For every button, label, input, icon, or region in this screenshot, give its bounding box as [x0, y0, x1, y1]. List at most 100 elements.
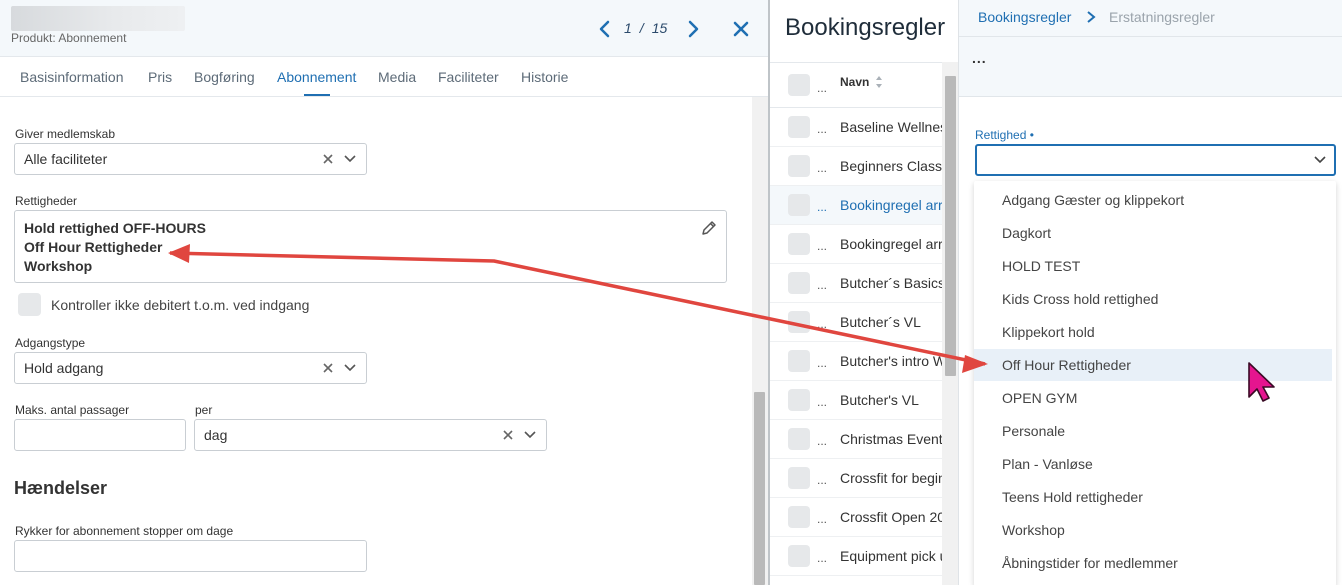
row-checkbox[interactable] [788, 272, 810, 294]
row-name[interactable]: Equipment pick u [840, 548, 947, 564]
per-label: per [195, 403, 213, 417]
row-name[interactable]: Crossfit for begin [840, 470, 946, 486]
table-row[interactable]: ... Equipment pick u [770, 537, 958, 576]
tab-abonnement[interactable]: Abonnement [277, 69, 356, 85]
dropdown-option-label: Teens Hold rettigheder [1002, 489, 1143, 505]
table-row[interactable]: ... Baseline Wellness [770, 108, 958, 147]
chevron-down-icon[interactable] [1314, 155, 1326, 165]
breadcrumb-link-bookingsregler[interactable]: Bookingsregler [978, 9, 1071, 25]
tab-bogforing[interactable]: Bogføring [194, 69, 255, 85]
table-row[interactable]: ... Bookingregel arr [770, 186, 958, 225]
per-select[interactable]: dag [194, 419, 547, 451]
table-row[interactable]: ... Beginners Class [770, 147, 958, 186]
clear-icon[interactable] [502, 429, 514, 441]
table-row[interactable]: ... Butcher's intro W [770, 342, 958, 381]
table-row[interactable]: ... Butcher's VL [770, 381, 958, 420]
row-name[interactable]: Bookingregel arr [840, 197, 943, 213]
row-checkbox[interactable] [788, 428, 810, 450]
chevron-right-icon[interactable] [684, 19, 702, 39]
dropdown-option[interactable]: Adgang Gæster og klippekort [974, 184, 1332, 216]
row-checkbox[interactable] [788, 233, 810, 255]
row-checkbox[interactable] [788, 155, 810, 177]
tab-basisinformation[interactable]: Basisinformation [20, 69, 124, 85]
access-type-label: Adgangstype [15, 336, 86, 350]
row-name[interactable]: Christmas Event [840, 431, 943, 447]
row-checkbox[interactable] [788, 506, 810, 528]
dropdown-option[interactable]: Personale [974, 415, 1332, 447]
table-row[interactable]: ... Butcher´s Basics [770, 264, 958, 303]
row-dots[interactable]: ... [817, 434, 827, 448]
column-header-navn[interactable]: Navn [840, 75, 869, 89]
close-icon[interactable] [730, 18, 752, 40]
rights-field[interactable]: Hold rettighed OFF-HOURS Off Hour Rettig… [14, 210, 727, 283]
dropdown-option-label: Workshop [1002, 522, 1065, 538]
row-dots[interactable]: ... [817, 356, 827, 370]
table-row[interactable]: ... Christmas Event [770, 420, 958, 459]
table-row[interactable]: ... Crossfit for begin [770, 459, 958, 498]
dropdown-option[interactable]: OPEN GYM [974, 382, 1332, 414]
row-name[interactable]: Butcher´s Basics [840, 275, 945, 291]
row-name[interactable]: Butcher's intro W [840, 353, 946, 369]
max-passages-input[interactable] [14, 419, 186, 451]
no-debit-check-checkbox[interactable] [18, 293, 41, 316]
table-row[interactable]: ... Butcher´s VL [770, 303, 958, 342]
tab-pris[interactable]: Pris [148, 69, 172, 85]
row-checkbox[interactable] [788, 389, 810, 411]
select-all-checkbox[interactable] [788, 74, 810, 96]
row-name[interactable]: Butcher´s VL [840, 314, 921, 330]
rights-label: Rettigheder [15, 194, 78, 208]
events-heading: Hændelser [14, 478, 108, 498]
pencil-icon[interactable] [701, 220, 717, 236]
left-scrollbar-thumb[interactable] [754, 392, 765, 585]
row-name[interactable]: Crossfit Open 20 [840, 509, 945, 525]
access-type-select[interactable]: Hold adgang [14, 352, 367, 384]
row-dots[interactable]: ... [817, 317, 827, 331]
chevron-down-icon[interactable] [524, 430, 536, 440]
dropdown-option[interactable]: Dagkort [974, 217, 1332, 249]
row-dots[interactable]: ... [817, 395, 827, 409]
row-name[interactable]: Baseline Wellness [840, 119, 954, 135]
chevron-left-icon[interactable] [596, 19, 614, 39]
tab-faciliteter[interactable]: Faciliteter [438, 69, 499, 85]
dropdown-option[interactable]: Workshop [974, 514, 1332, 546]
tab-media[interactable]: Media [378, 69, 416, 85]
row-checkbox[interactable] [788, 350, 810, 372]
dropdown-option[interactable]: Kids Cross hold rettighed [974, 283, 1332, 315]
more-actions-button[interactable]: ... [972, 50, 987, 66]
dropdown-option[interactable]: Teens Hold rettigheder [974, 481, 1332, 513]
row-checkbox[interactable] [788, 311, 810, 333]
rettighed-select[interactable] [975, 144, 1336, 176]
reminder-input[interactable] [14, 540, 367, 572]
row-dots[interactable]: ... [817, 512, 827, 526]
membership-select[interactable]: Alle faciliteter [14, 143, 367, 175]
dropdown-option[interactable]: Plan - Vanløse [974, 448, 1332, 480]
tab-historie[interactable]: Historie [521, 69, 568, 85]
clear-icon[interactable] [322, 362, 334, 374]
row-checkbox[interactable] [788, 467, 810, 489]
row-checkbox[interactable] [788, 116, 810, 138]
row-dots[interactable]: ... [817, 473, 827, 487]
middle-scrollbar-thumb[interactable] [945, 76, 956, 376]
row-name[interactable]: Beginners Class [840, 158, 942, 174]
dropdown-option[interactable]: Klippekort hold [974, 316, 1332, 348]
row-dots[interactable]: ... [817, 278, 827, 292]
table-row[interactable]: ... Bookingregel arr [770, 225, 958, 264]
row-name[interactable]: Bookingregel arr [840, 236, 943, 252]
dropdown-option[interactable]: Off Hour Rettigheder [974, 349, 1332, 381]
row-dots[interactable]: ... [817, 551, 827, 565]
row-dots[interactable]: ... [817, 161, 827, 175]
rettighed-dropdown: Adgang Gæster og klippekort Dagkort HOLD T… [974, 181, 1336, 585]
row-dots[interactable]: ... [817, 239, 827, 253]
dropdown-option[interactable]: HOLD TEST [974, 250, 1332, 282]
row-dots[interactable]: ... [817, 200, 827, 214]
chevron-down-icon[interactable] [344, 154, 356, 164]
row-dots[interactable]: ... [817, 122, 827, 136]
clear-icon[interactable] [322, 153, 334, 165]
table-row[interactable]: ... Crossfit Open 20 [770, 498, 958, 537]
dropdown-option[interactable]: Åbningstider for medlemmer [974, 547, 1332, 579]
row-checkbox[interactable] [788, 194, 810, 216]
chevron-down-icon[interactable] [344, 363, 356, 373]
sort-icon[interactable] [875, 75, 883, 89]
row-name[interactable]: Butcher's VL [840, 392, 919, 408]
row-checkbox[interactable] [788, 545, 810, 567]
